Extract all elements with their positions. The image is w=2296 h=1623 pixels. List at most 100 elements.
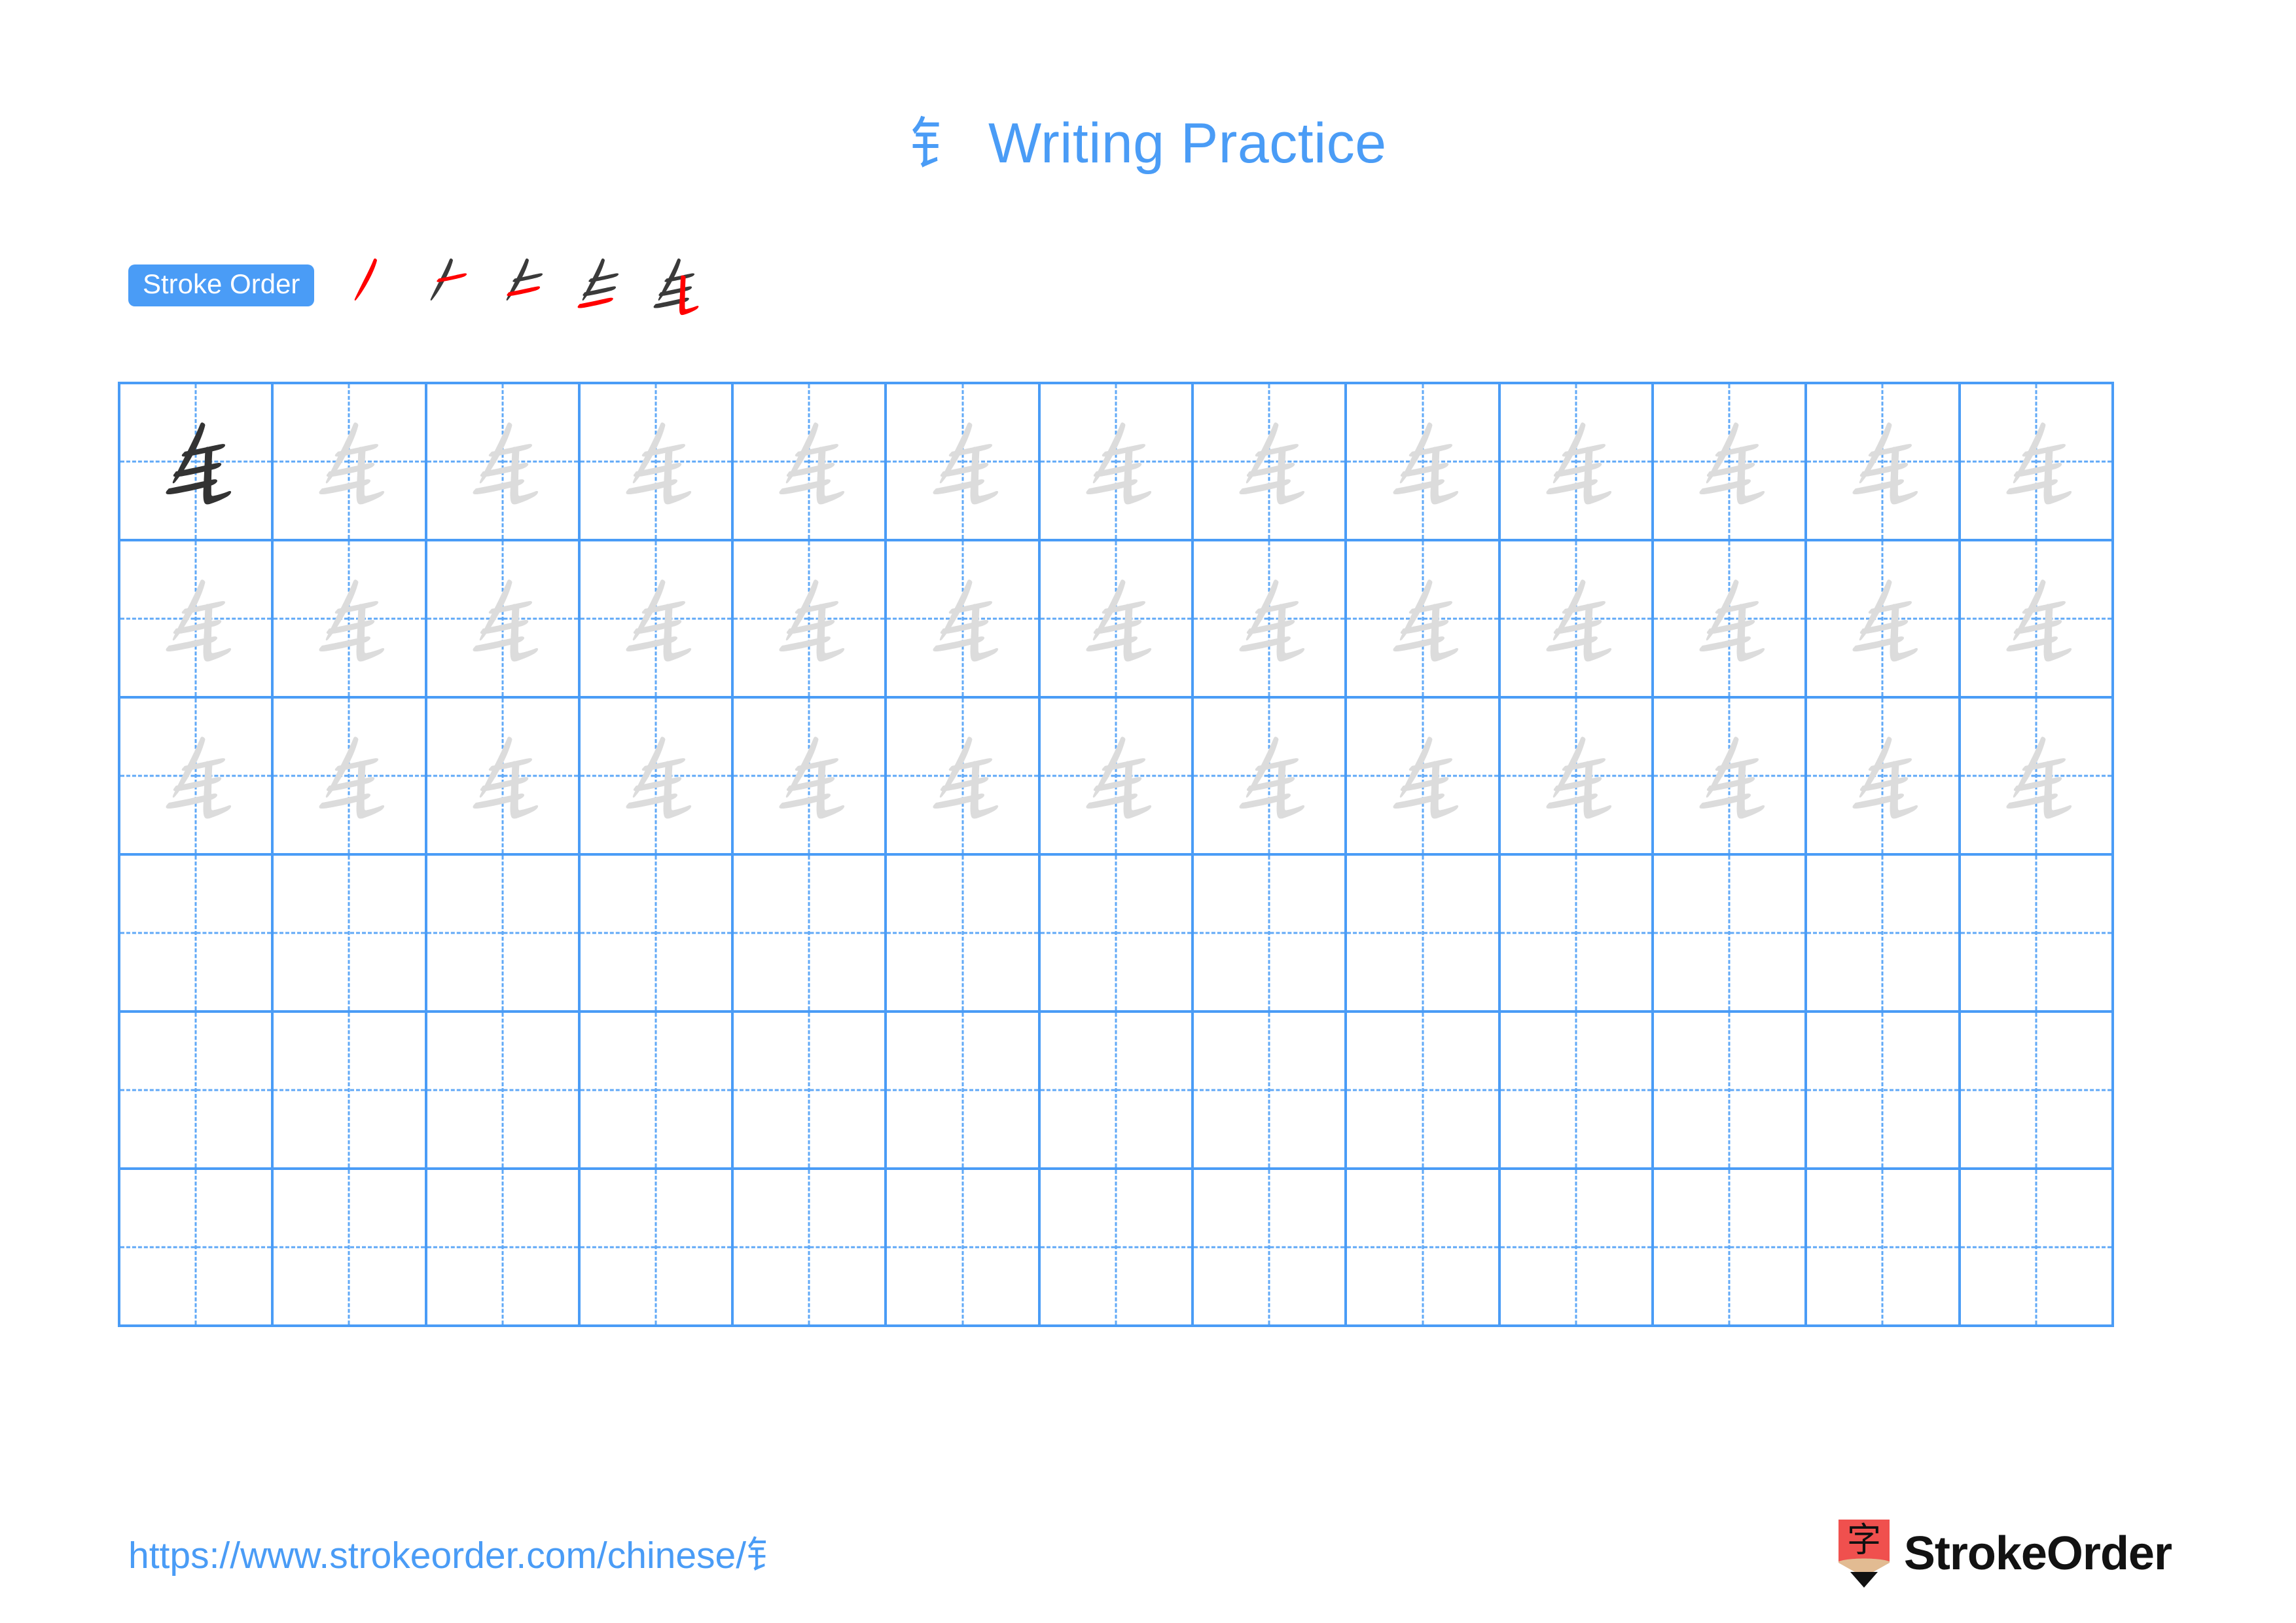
tracing-character-cell[interactable] — [1040, 699, 1194, 856]
blank-practice-cell[interactable] — [734, 856, 888, 1013]
blank-practice-cell[interactable] — [580, 856, 734, 1013]
tracing-character-cell[interactable] — [887, 699, 1041, 856]
blank-practice-cell[interactable] — [1347, 1170, 1501, 1327]
tracing-character-cell[interactable] — [1807, 699, 1961, 856]
blank-practice-cell[interactable] — [274, 1170, 427, 1327]
blank-practice-cell[interactable] — [1960, 1013, 2114, 1170]
blank-practice-cell[interactable] — [580, 1170, 734, 1327]
blank-practice-cell[interactable] — [1194, 1170, 1348, 1327]
blank-practice-cell[interactable] — [1347, 856, 1501, 1013]
tracing-character-cell[interactable] — [1807, 384, 1961, 541]
stroke-5 — [510, 761, 538, 819]
tracing-character-cell[interactable] — [1040, 384, 1194, 541]
stroke-5 — [1430, 761, 1458, 819]
blank-practice-cell[interactable] — [274, 1013, 427, 1170]
tracing-character-cell[interactable] — [1960, 541, 2114, 699]
blank-practice-cell[interactable] — [427, 856, 581, 1013]
blank-practice-cell[interactable] — [887, 1170, 1041, 1327]
blank-practice-cell[interactable] — [1653, 1170, 1808, 1327]
tracing-character-cell[interactable] — [1500, 384, 1654, 541]
blank-practice-cell[interactable] — [1653, 856, 1808, 1013]
blank-practice-cell[interactable] — [1960, 856, 2114, 1013]
practice-row — [120, 856, 2114, 1013]
tracing-character-glyph — [887, 384, 1037, 539]
blank-practice-cell[interactable] — [1040, 1013, 1194, 1170]
tracing-character-cell[interactable] — [1347, 541, 1501, 699]
tracing-character-cell[interactable] — [580, 541, 734, 699]
blank-practice-cell[interactable] — [427, 1013, 581, 1170]
stroke-5 — [203, 761, 232, 819]
blank-practice-cell[interactable] — [734, 1170, 888, 1327]
blank-practice-cell[interactable] — [1807, 856, 1961, 1013]
stroke-5 — [1890, 604, 1918, 662]
tracing-character-glyph — [1347, 384, 1498, 539]
tracing-character-cell[interactable] — [274, 384, 427, 541]
tracing-character-cell[interactable] — [1500, 541, 1654, 699]
blank-practice-cell[interactable] — [274, 856, 427, 1013]
tracing-character-cell[interactable] — [1347, 699, 1501, 856]
tracing-character-cell[interactable] — [1347, 384, 1501, 541]
blank-practice-cell[interactable] — [1500, 1170, 1654, 1327]
stroke-5 — [1430, 604, 1458, 662]
blank-practice-cell[interactable] — [1194, 1013, 1348, 1170]
tracing-character-cell[interactable] — [1960, 384, 2114, 541]
tracing-character-cell[interactable] — [1500, 699, 1654, 856]
blank-practice-cell[interactable] — [1194, 856, 1348, 1013]
blank-practice-cell[interactable] — [887, 856, 1041, 1013]
tracing-character-cell[interactable] — [734, 384, 888, 541]
stroke-5 — [356, 447, 385, 505]
tracing-character-cell[interactable] — [580, 384, 734, 541]
tracing-character-cell[interactable] — [580, 699, 734, 856]
stroke-5 — [663, 761, 692, 819]
stroke-5 — [1276, 604, 1305, 662]
tracing-character-cell[interactable] — [734, 699, 888, 856]
blank-practice-cell[interactable] — [1807, 1170, 1961, 1327]
tracing-character-cell[interactable] — [427, 384, 581, 541]
blank-practice-cell[interactable] — [1960, 1170, 2114, 1327]
tracing-character-cell[interactable] — [120, 699, 274, 856]
blank-practice-cell[interactable] — [427, 1170, 581, 1327]
blank-practice-cell[interactable] — [120, 856, 274, 1013]
tracing-character-cell[interactable] — [887, 384, 1041, 541]
blank-practice-cell[interactable] — [580, 1013, 734, 1170]
tracing-character-cell[interactable] — [1194, 541, 1348, 699]
tracing-character-cell[interactable] — [1653, 699, 1808, 856]
tracing-character-cell[interactable] — [1040, 541, 1194, 699]
stroke-5 — [510, 604, 538, 662]
tracing-character-cell[interactable] — [734, 541, 888, 699]
tracing-character-cell[interactable] — [1960, 699, 2114, 856]
tracing-character-cell[interactable] — [427, 541, 581, 699]
tracing-character-cell[interactable] — [1807, 541, 1961, 699]
stroke-5 — [1123, 447, 1152, 505]
stroke-5 — [1736, 761, 1765, 819]
blank-practice-cell[interactable] — [887, 1013, 1041, 1170]
blank-practice-cell[interactable] — [1040, 1170, 1194, 1327]
blank-practice-cell[interactable] — [1347, 1013, 1501, 1170]
stroke-5 — [816, 447, 845, 505]
stroke-5 — [1123, 761, 1152, 819]
tracing-character-cell[interactable] — [1653, 541, 1808, 699]
blank-practice-cell[interactable] — [1040, 856, 1194, 1013]
tracing-character-cell[interactable] — [1194, 699, 1348, 856]
blank-practice-cell[interactable] — [1653, 1013, 1808, 1170]
tracing-character-glyph — [734, 541, 884, 696]
blank-practice-cell[interactable] — [1500, 1013, 1654, 1170]
tracing-character-cell[interactable] — [1653, 384, 1808, 541]
stroke-5 — [1890, 761, 1918, 819]
blank-practice-cell[interactable] — [734, 1013, 888, 1170]
blank-practice-cell[interactable] — [120, 1013, 274, 1170]
tracing-character-cell[interactable] — [274, 541, 427, 699]
source-url-link[interactable]: https://www.strokeorder.com/chinese/钅 — [128, 1525, 783, 1579]
stroke-5 — [1430, 447, 1458, 505]
blank-practice-cell[interactable] — [120, 1170, 274, 1327]
tracing-character-glyph — [1347, 699, 1498, 853]
blank-practice-cell[interactable] — [1500, 856, 1654, 1013]
model-character-cell[interactable] — [120, 384, 274, 541]
tracing-character-cell[interactable] — [120, 541, 274, 699]
tracing-character-cell[interactable] — [427, 699, 581, 856]
tracing-character-cell[interactable] — [1194, 384, 1348, 541]
tracing-character-cell[interactable] — [274, 699, 427, 856]
tracing-character-cell[interactable] — [887, 541, 1041, 699]
blank-practice-cell[interactable] — [1807, 1013, 1961, 1170]
tracing-character-glyph — [1194, 384, 1344, 539]
